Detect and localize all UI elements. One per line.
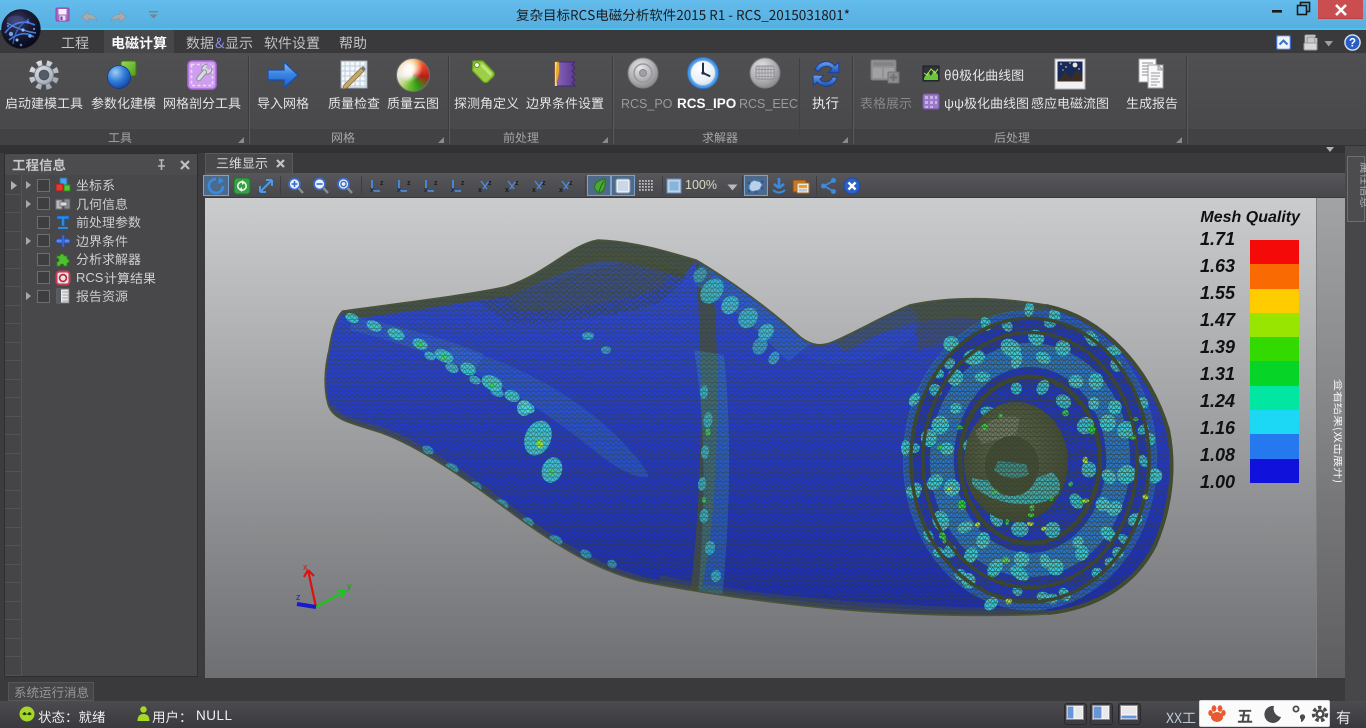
svg-text:x: x bbox=[451, 187, 455, 194]
svg-text:x: x bbox=[303, 562, 308, 572]
svg-text:x: x bbox=[478, 187, 482, 194]
svg-text:z: z bbox=[296, 592, 301, 602]
svg-text:z: z bbox=[380, 180, 384, 187]
svg-text:z: z bbox=[569, 180, 573, 187]
svg-text:x: x bbox=[559, 187, 563, 194]
svg-text:z: z bbox=[488, 180, 492, 187]
svg-text:z: z bbox=[542, 180, 546, 187]
svg-text:?: ? bbox=[1349, 38, 1356, 50]
svg-text:x: x bbox=[424, 187, 428, 194]
svg-text:x: x bbox=[370, 187, 374, 194]
svg-text:x: x bbox=[397, 187, 401, 194]
svg-text:z: z bbox=[407, 180, 411, 187]
svg-text:z: z bbox=[434, 180, 438, 187]
svg-text:x: x bbox=[505, 187, 509, 194]
svg-text:z: z bbox=[515, 180, 519, 187]
svg-text:y: y bbox=[347, 581, 352, 591]
svg-text:x: x bbox=[532, 187, 536, 194]
svg-text:z: z bbox=[461, 180, 465, 187]
